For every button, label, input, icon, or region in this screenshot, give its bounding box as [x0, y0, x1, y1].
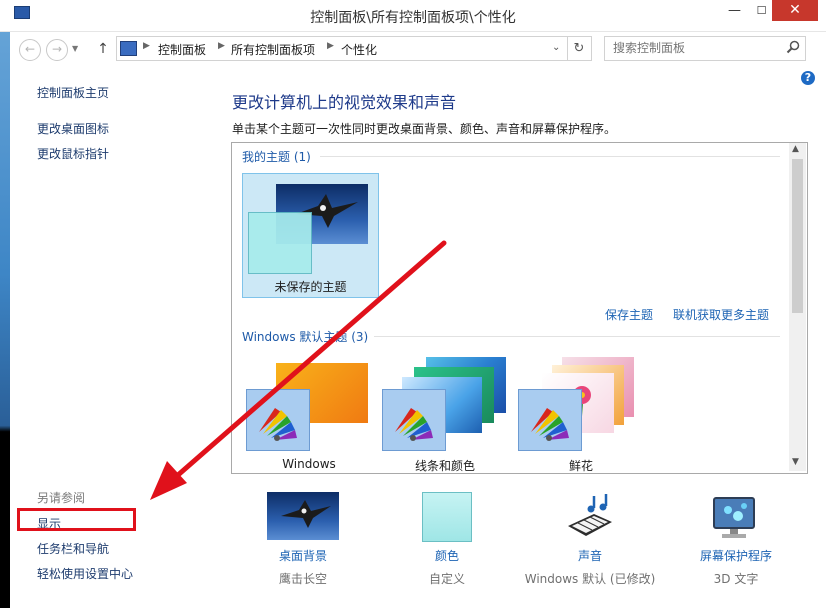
annotation-arrow	[150, 240, 447, 500]
